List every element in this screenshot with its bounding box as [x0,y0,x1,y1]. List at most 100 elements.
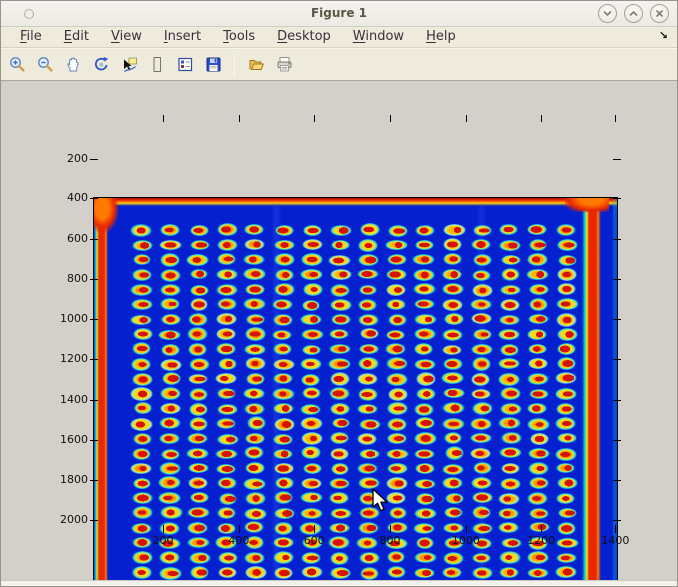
figure-toolbar [1,48,677,81]
well-dot [244,508,267,520]
well-dot [329,478,349,489]
x-tick-top [314,115,315,122]
well-dot [273,359,295,370]
menu-insert[interactable]: Insert [153,28,212,46]
insert-colorbar-button[interactable] [147,55,167,75]
well-dot [529,477,549,489]
well-dot [133,478,152,490]
well-dot [386,357,409,370]
well-dot [413,283,435,295]
well-dot [301,478,323,489]
rotate-3d-button[interactable] [91,55,111,75]
well-dot [187,537,209,548]
well-dot [159,433,181,444]
well-dot [471,477,491,489]
well-dot [131,523,153,535]
well-dot [442,299,462,311]
well-dot [501,538,522,548]
y-tick-right [613,480,621,481]
zoom-out-button[interactable] [35,55,55,75]
well-dot [216,418,236,429]
well-dot [245,462,265,474]
well-dot [557,239,578,251]
well-dot [273,551,295,564]
menu-file[interactable]: File [9,28,53,46]
y-tick-label: 1000 [46,312,88,325]
well-dot [246,373,265,385]
well-dot [358,299,377,311]
insert-legend-button[interactable] [175,55,195,75]
well-dot [414,328,436,340]
y-tick-left [90,198,98,199]
well-dot [413,269,435,282]
well-dot [331,314,351,325]
well-dot [275,477,294,489]
well-dot [330,225,351,236]
well-dot [414,552,437,564]
zoom-in-button[interactable] [7,55,27,75]
well-dot [130,387,153,400]
well-dot [557,328,579,341]
image-plot[interactable] [93,197,618,587]
pan-button[interactable] [63,55,83,75]
well-dot [472,567,494,579]
well-dot [385,240,408,250]
well-dot [500,403,523,416]
well-dot [357,463,378,474]
well-dot [387,254,407,265]
well-dot [387,566,406,578]
save-figure-button[interactable] [203,55,223,75]
well-dot [188,343,208,355]
well-dot [189,388,208,400]
corner-top-right [565,198,609,212]
y-tick-left [90,440,98,441]
pan-icon [65,56,82,73]
well-dot [217,298,237,309]
menu-window[interactable]: Window [342,28,415,46]
well-dot [416,493,436,505]
well-dot [386,284,405,296]
well-dot [247,416,266,429]
well-dot [159,567,182,580]
well-dot [189,358,210,370]
well-dot [472,284,493,297]
y-tick-left [90,159,98,160]
well-dot [556,493,575,504]
open-file-button[interactable] [246,55,266,75]
menu-tools[interactable]: Tools [212,28,266,46]
well-dot [160,224,180,236]
well-dot [217,507,236,518]
well-dot [329,523,350,534]
well-dot [190,566,209,579]
well-dot [132,240,153,251]
well-dot [274,463,295,475]
well-dot [300,492,323,504]
menu-overflow-icon[interactable]: ↘ [659,29,668,42]
menu-bar: FileEditViewInsertToolsDesktopWindowHelp… [1,27,677,48]
y-tick-right [613,359,621,360]
menu-view[interactable]: View [100,28,153,46]
menu-help[interactable]: Help [415,28,467,46]
well-dot [216,343,237,354]
minimize-button[interactable] [598,4,617,23]
well-dot [243,254,265,265]
well-dot [528,462,550,475]
data-cursor-button[interactable] [119,55,139,75]
close-button[interactable] [650,4,669,23]
menu-edit[interactable]: Edit [53,28,100,46]
x-tick-top [390,115,391,122]
well-dot [472,506,491,520]
well-dot [300,404,322,415]
well-dot [329,329,349,340]
maximize-button[interactable] [624,4,643,23]
print-figure-button[interactable] [274,55,294,75]
well-dot [441,372,464,384]
well-dot [388,314,407,326]
menu-desktop[interactable]: Desktop [266,28,342,46]
x-tick-label: 400 [228,534,249,547]
x-tick-bottom [239,525,240,533]
well-dot [187,522,209,534]
well-dot [499,567,520,578]
well-dot [359,344,379,354]
well-dot [243,478,266,490]
